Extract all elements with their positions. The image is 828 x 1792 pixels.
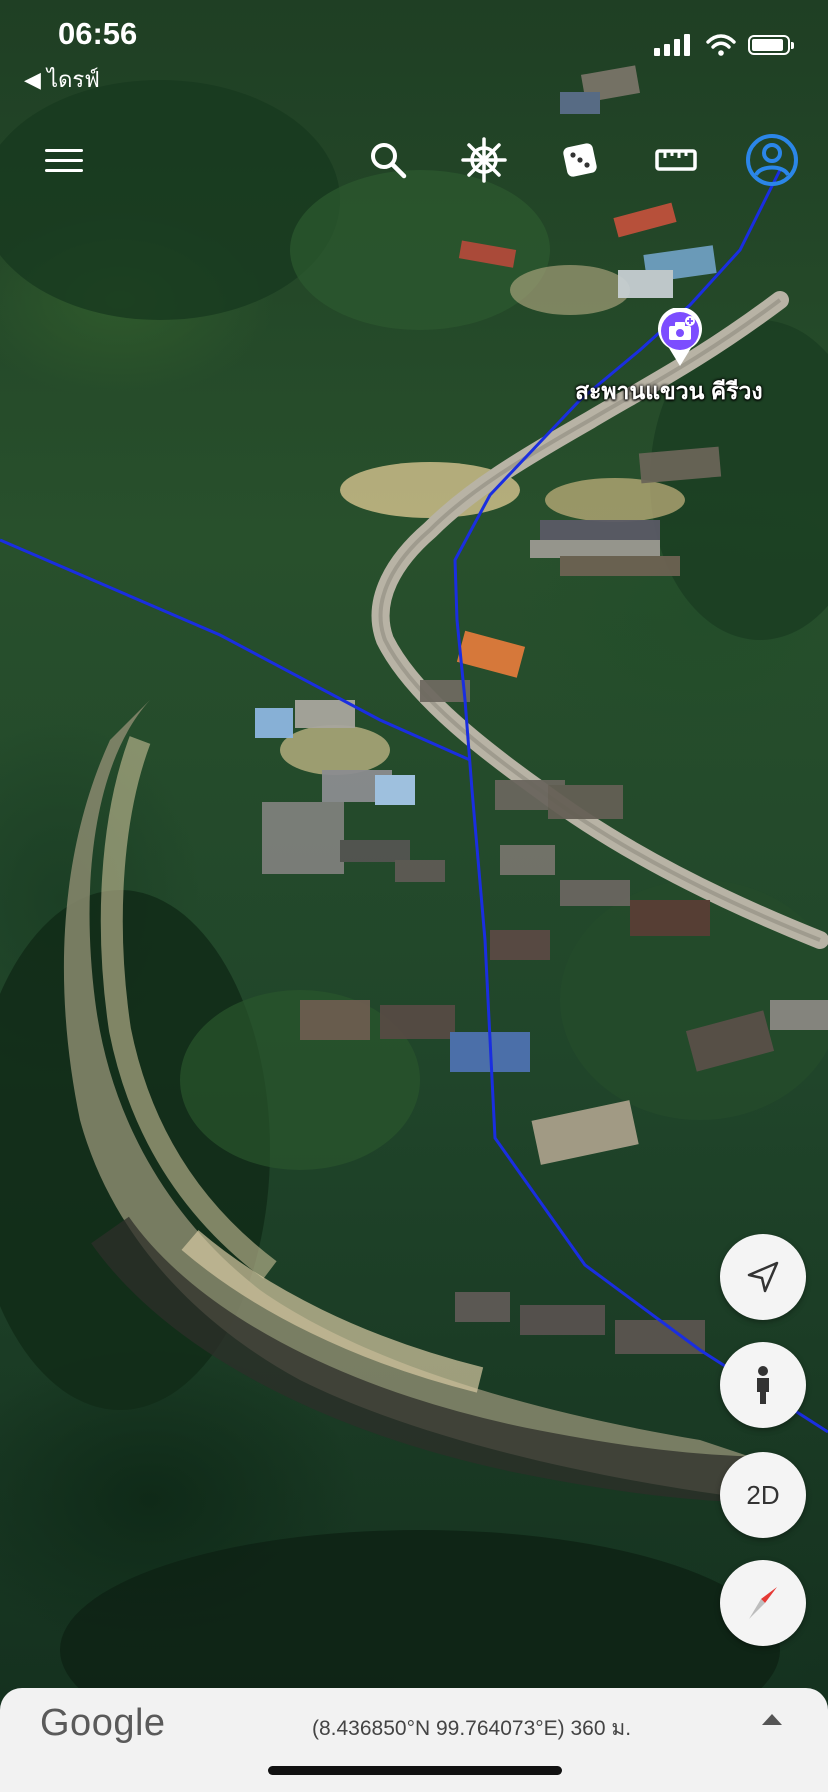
menu-icon [45,142,83,179]
status-icons [654,34,794,56]
account-icon [746,134,798,186]
battery-level [752,39,783,51]
cellular-signal-icon [654,34,690,56]
feeling-lucky-button[interactable] [552,132,608,188]
dice-icon [563,143,597,177]
my-location-button[interactable] [720,1234,806,1320]
search-button[interactable] [360,132,416,188]
compass-icon [749,1587,777,1619]
home-indicator [268,1766,562,1775]
voyager-button[interactable] [456,132,512,188]
compass-button[interactable] [720,1560,806,1646]
place-label[interactable]: สะพานแขวน คีรีวง [575,374,763,410]
measure-button[interactable] [648,132,704,188]
view-2d-toggle[interactable]: 2D [720,1452,806,1538]
battery-icon [748,35,794,55]
google-logo: Google [40,1702,166,1744]
ruler-icon [655,149,697,171]
status-time: 06:56 [58,16,138,51]
camera-add-icon [658,306,702,366]
account-button[interactable] [744,132,800,188]
map-imagery [0,65,828,1770]
satellite-map[interactable] [0,0,828,1792]
pegman-icon [757,1366,769,1404]
back-to-drive-link[interactable]: ◀ ไดรฟ์ [24,62,100,97]
street-view-button[interactable] [720,1342,806,1428]
search-icon [371,143,407,179]
view-toggle-label: 2D [746,1479,780,1510]
bottom-info-bar[interactable]: Google (8.436850°N 99.764073°E) 360 ม. [0,1688,828,1792]
menu-button[interactable] [36,132,92,188]
wifi-icon [706,34,736,56]
expand-panel-icon[interactable] [762,1714,782,1725]
locate-arrow-icon [747,1261,779,1293]
place-marker[interactable] [655,306,705,373]
voyager-wheel-icon [461,137,507,183]
coordinates-readout: (8.436850°N 99.764073°E) 360 ม. [312,1717,632,1740]
